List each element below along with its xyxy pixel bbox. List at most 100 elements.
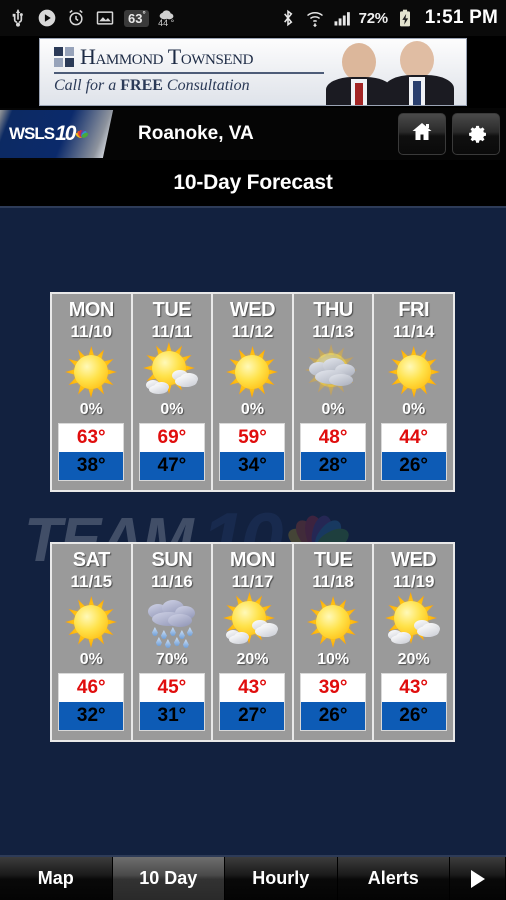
clock-label: 1:51 PM — [424, 7, 498, 28]
precipitation-chance-label: 10% — [317, 651, 350, 668]
high-temperature: 59° — [220, 424, 285, 452]
date-label: 11/17 — [231, 572, 274, 591]
tab-map[interactable]: Map — [0, 857, 113, 900]
status-bar: 63 ° 44 ° 72% 1:51 PM — [0, 0, 506, 36]
low-temperature: 26° — [381, 452, 446, 480]
forecast-row-1: MON 11/10 0% 63° 38° TUE 11/11 0% 69° 47° WED 11/12… — [50, 292, 455, 492]
date-label: 11/10 — [70, 322, 113, 341]
forecast-day-card[interactable]: FRI 11/14 0% 44° 26° — [374, 294, 453, 490]
ad-content[interactable]: Hammond Townsend Call for a FREE Consult… — [39, 38, 467, 106]
forecast-day-card[interactable]: WED 11/19 20% 43° 26° — [374, 544, 453, 740]
sunny-icon — [222, 344, 282, 400]
wsls-logo[interactable]: WSLS 10 — [0, 110, 114, 158]
high-temperature: 69° — [139, 424, 204, 452]
sunny-icon — [384, 344, 444, 400]
ad-photo — [324, 39, 466, 105]
temperature-box: 46° 32° — [58, 673, 125, 731]
weather-icon — [303, 594, 363, 650]
temperature-box: 43° 27° — [219, 673, 286, 731]
forecast-day-card[interactable]: SUN 11/16 70% 45° 31° — [132, 544, 214, 740]
date-label: 11/14 — [392, 322, 435, 341]
low-temperature: 27° — [220, 702, 285, 730]
play-circle-icon — [37, 8, 57, 28]
usb-icon — [8, 8, 28, 28]
weather-icon — [61, 594, 121, 650]
forecast-row-2: SAT 11/15 0% 46° 32° SUN 11/16 70% 45° 31° MON 11/1… — [50, 542, 455, 742]
forecast-content: TEAM 10 MON 11/10 0% 63° 38° TUE 11/11 0% 69° 47°… — [0, 208, 506, 855]
advertisement-banner[interactable]: Hammond Townsend Call for a FREE Consult… — [0, 36, 506, 108]
temperature-box: 59° 34° — [219, 423, 286, 481]
day-of-week-label: SUN — [151, 549, 193, 571]
forecast-day-card[interactable]: SAT 11/15 0% 46° 32° — [52, 544, 133, 740]
battery-percent-label: 72% — [358, 9, 388, 27]
date-label: 11/13 — [312, 322, 354, 341]
precipitation-chance-label: 0% — [160, 401, 184, 418]
date-label: 11/16 — [151, 572, 193, 591]
temperature-box: 69° 47° — [138, 423, 205, 481]
high-temperature: 63° — [59, 424, 124, 452]
page-title-bar: 10-Day Forecast — [0, 160, 506, 208]
tab-hourly[interactable]: Hourly — [225, 857, 338, 900]
day-of-week-label: WED — [391, 549, 437, 571]
day-of-week-label: THU — [313, 299, 353, 321]
forecast-day-card[interactable]: MON 11/10 0% 63° 38° — [52, 294, 133, 490]
location-label[interactable]: Roanoke, VA — [138, 123, 254, 145]
day-of-week-label: TUE — [152, 299, 192, 321]
ad-tagline-suffix: Consultation — [162, 77, 250, 94]
low-temperature: 28° — [301, 452, 366, 480]
tab-alerts[interactable]: Alerts — [337, 857, 450, 900]
degree-symbol: ° — [142, 9, 146, 19]
low-temperature: 47° — [139, 452, 204, 480]
temperature-box: 63° 38° — [58, 423, 125, 481]
forecast-day-card[interactable]: WED 11/12 0% 59° 34° — [213, 294, 294, 490]
temperature-box: 45° 31° — [138, 673, 205, 731]
ad-logo-squares-icon — [54, 47, 74, 67]
sunny-icon — [303, 594, 363, 650]
high-temperature: 39° — [301, 674, 366, 702]
low-temperature: 31° — [139, 702, 204, 730]
settings-button[interactable] — [452, 113, 500, 155]
bottom-tab-bar: Map 10 Day Hourly Alerts — [0, 855, 506, 900]
sunny-icon — [61, 344, 121, 400]
home-button[interactable] — [398, 113, 446, 155]
gear-icon — [464, 119, 489, 149]
day-of-week-label: WED — [229, 299, 276, 321]
tab-10-day[interactable]: 10 Day — [112, 857, 225, 900]
picture-icon — [95, 8, 115, 28]
temperature-box: 39° 26° — [300, 673, 367, 731]
high-temperature: 44° — [381, 424, 446, 452]
weather-icon — [142, 342, 202, 400]
date-label: 11/12 — [231, 322, 274, 341]
weather-icon — [384, 592, 444, 650]
temperature-badge-value: 63 — [128, 10, 143, 26]
day-of-week-label: FRI — [398, 299, 430, 321]
temperature-box: 44° 26° — [380, 423, 447, 481]
cloud-icon — [303, 344, 363, 400]
precipitation-chance-label: 0% — [240, 401, 265, 418]
weather-icon — [142, 594, 202, 650]
temperature-box: 48° 28° — [300, 423, 367, 481]
ad-tagline-prefix: Call for a — [54, 77, 121, 94]
day-of-week-label: SAT — [72, 549, 111, 571]
low-temperature: 38° — [59, 452, 124, 480]
app-header: WSLS 10 Roanoke, VA — [0, 108, 506, 160]
date-label: 11/11 — [151, 322, 193, 341]
forecast-day-card[interactable]: TUE 11/18 10% 39° 26° — [293, 544, 375, 740]
high-temperature: 43° — [381, 674, 446, 702]
weather-mini-temp: 44 ° — [158, 17, 175, 28]
day-of-week-label: TUE — [313, 549, 353, 571]
home-icon — [410, 120, 434, 149]
forecast-day-card[interactable]: TUE 11/11 0% 69° 47° — [132, 294, 214, 490]
date-label: 11/18 — [312, 572, 354, 591]
precipitation-chance-label: 0% — [321, 401, 345, 418]
precipitation-chance-label: 0% — [79, 651, 103, 668]
cell-signal-icon — [332, 8, 352, 28]
page-title: 10-Day Forecast — [173, 171, 333, 194]
tab-more-button[interactable] — [450, 857, 506, 900]
raindrops-icon — [142, 594, 202, 650]
cloud-icon — [222, 594, 282, 650]
ad-tagline-bold: FREE — [120, 77, 163, 94]
forecast-day-card[interactable]: MON 11/17 20% 43° 27° — [213, 544, 294, 740]
forecast-day-card[interactable]: THU 11/13 0% 48° 28° — [293, 294, 375, 490]
weather-icon — [384, 344, 444, 400]
